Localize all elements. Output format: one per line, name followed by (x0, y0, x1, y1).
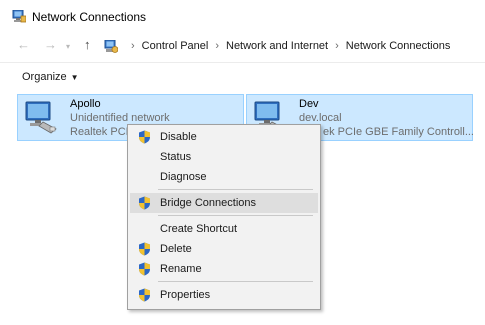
forward-button[interactable]: → (44, 37, 57, 53)
menu-item-label: Diagnose (160, 171, 207, 183)
command-bar: Organize ▼ (0, 62, 485, 89)
menu-item-rename[interactable]: Rename (130, 259, 318, 279)
context-menu: Disable Status Diagnose Bridge Connectio… (127, 124, 321, 310)
recent-locations-button[interactable]: ▾ (66, 39, 70, 55)
back-button[interactable]: ← (17, 37, 30, 53)
arrow-right-icon: → (44, 37, 57, 52)
menu-separator (158, 281, 313, 282)
menu-item-label: Properties (160, 289, 211, 301)
window-title: Network Connections (32, 10, 147, 24)
organize-label: Organize (22, 71, 67, 83)
arrow-left-icon: ← (17, 37, 30, 52)
chevron-down-icon: ▾ (66, 42, 71, 51)
shield-icon (139, 242, 150, 256)
breadcrumb-network-connections[interactable]: Network Connections (346, 40, 451, 52)
network-connections-icon (12, 10, 26, 23)
connection-name: Dev (299, 98, 319, 110)
shield-icon (139, 288, 150, 302)
breadcrumb-separator: › (215, 40, 219, 52)
breadcrumb: › Control Panel › Network and Internet ›… (104, 37, 450, 55)
menu-item-label: Bridge Connections (160, 197, 257, 209)
menu-item-label: Disable (160, 131, 197, 143)
breadcrumb-network-and-internet[interactable]: Network and Internet (226, 40, 328, 52)
breadcrumb-separator: › (131, 40, 135, 52)
menu-item-disable[interactable]: Disable (130, 127, 318, 147)
menu-separator (158, 215, 313, 216)
arrow-up-icon: ↑ (84, 37, 91, 52)
up-button[interactable]: ↑ (84, 37, 91, 53)
connection-status: Unidentified network (70, 112, 170, 124)
breadcrumb-control-panel[interactable]: Control Panel (142, 40, 209, 52)
menu-item-label: Status (160, 151, 192, 163)
shield-icon (139, 130, 150, 144)
window-titlebar: Network Connections (0, 0, 485, 32)
menu-item-bridge-connections[interactable]: Bridge Connections (130, 193, 318, 213)
shield-icon (139, 196, 150, 210)
menu-item-delete[interactable]: Delete (130, 239, 318, 259)
menu-item-label: Rename (160, 263, 202, 275)
menu-item-status[interactable]: Status (130, 147, 318, 167)
connection-adapter: Realtek PCIe (70, 126, 135, 138)
chevron-down-icon: ▼ (70, 73, 79, 82)
menu-item-label: Create Shortcut (160, 223, 238, 235)
menu-item-diagnose[interactable]: Diagnose (130, 167, 318, 187)
network-adapter-icon (25, 101, 57, 134)
control-panel-icon (104, 39, 118, 53)
connection-status: dev.local (299, 112, 342, 124)
menu-item-label: Delete (160, 243, 192, 255)
organize-button[interactable]: Organize ▼ (22, 71, 79, 83)
shield-icon (139, 262, 150, 276)
menu-item-create-shortcut[interactable]: Create Shortcut (130, 219, 318, 239)
menu-separator (158, 189, 313, 190)
breadcrumb-separator: › (335, 40, 339, 52)
connection-adapter: ek PCIe GBE Family Controll... (323, 126, 474, 138)
address-bar: ← → ▾ ↑ › Control Panel › Network and In… (0, 35, 485, 57)
connection-name: Apollo (70, 98, 101, 110)
menu-item-properties[interactable]: Properties (130, 285, 318, 305)
